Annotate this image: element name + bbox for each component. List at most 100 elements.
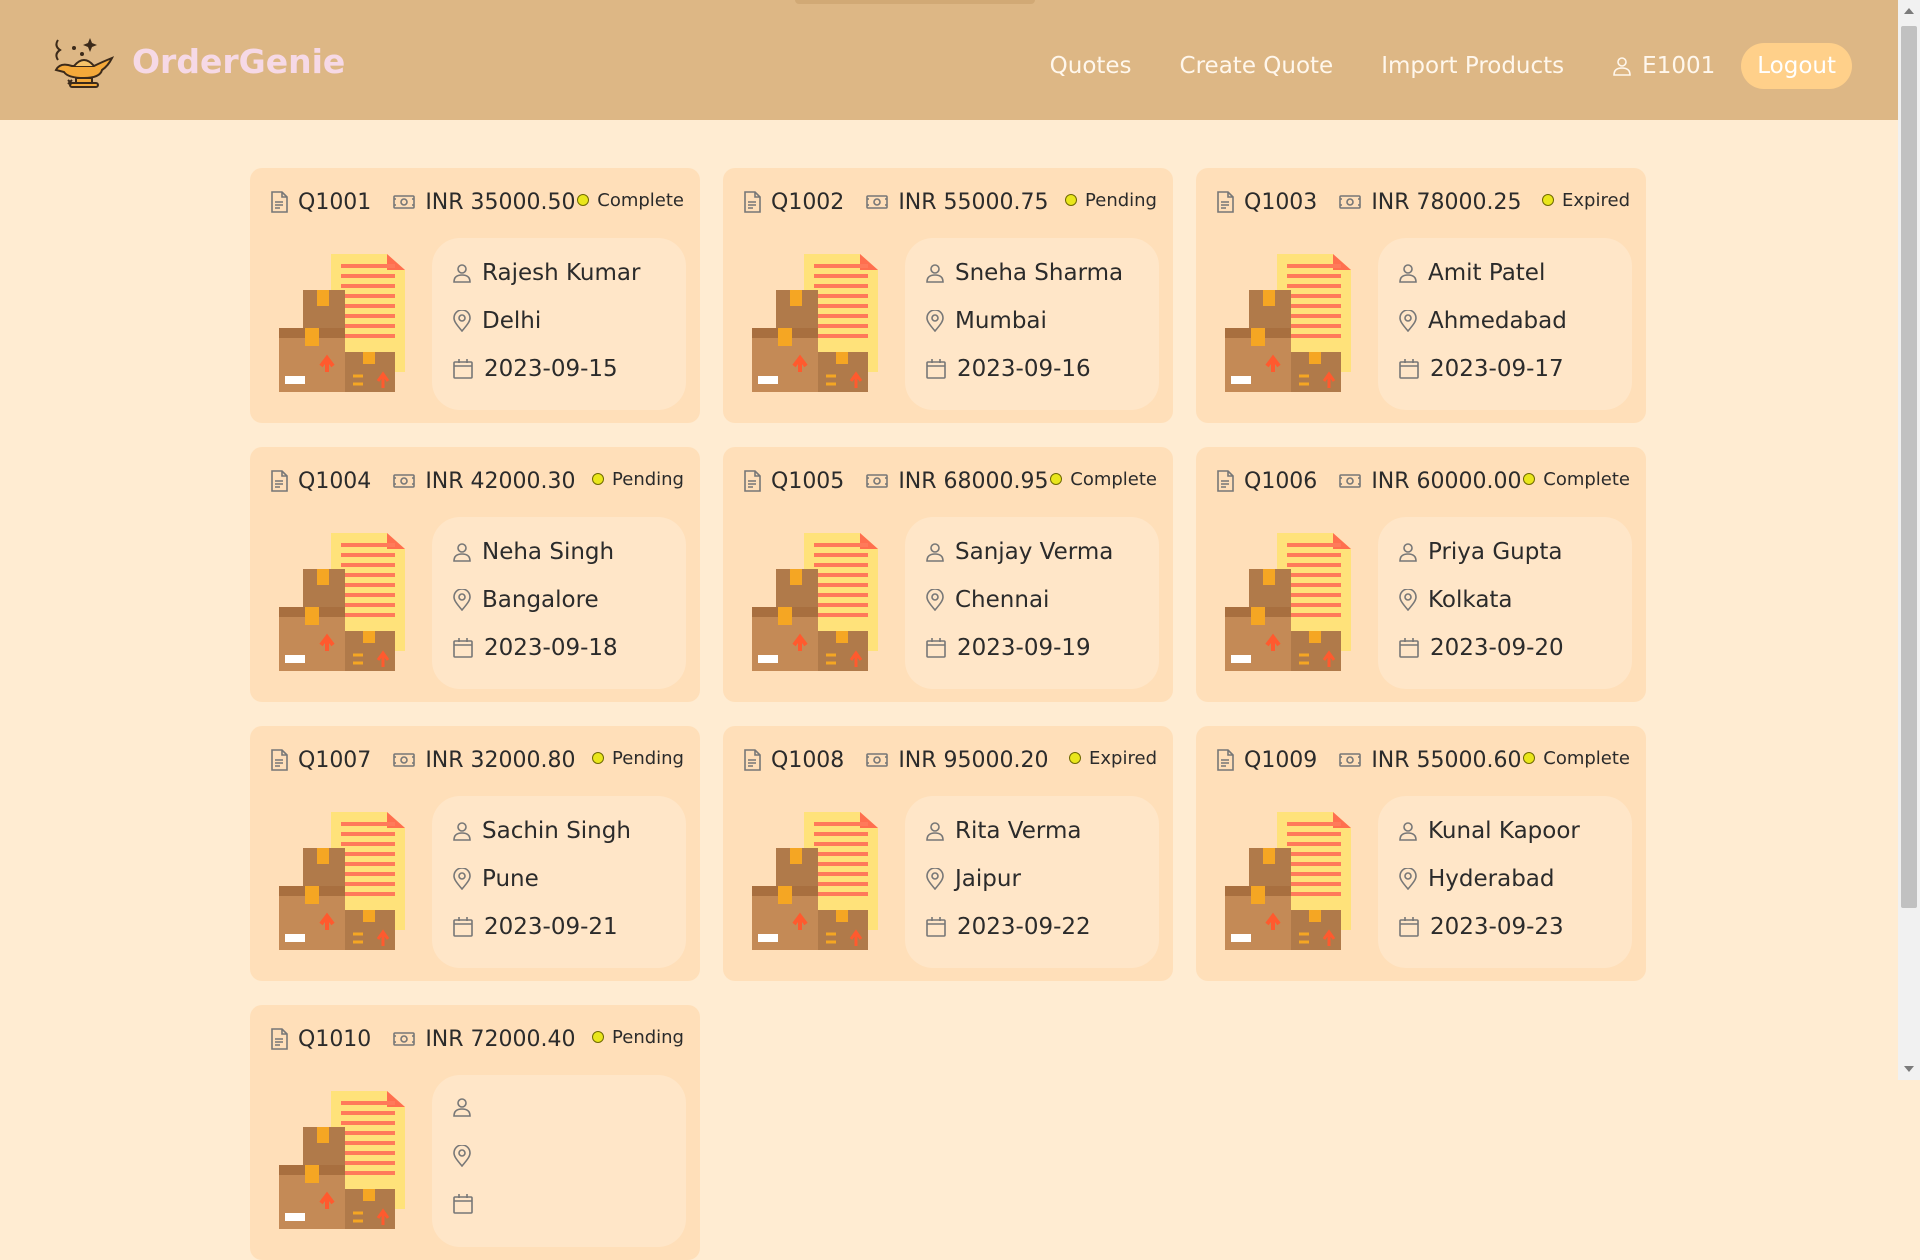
quote-card[interactable]: Q1003 INR 78000.25 Expired Amit Patel Ah… — [1196, 168, 1646, 423]
customer-row: Rajesh Kumar — [452, 260, 640, 286]
quote-card[interactable]: Q1005 INR 68000.95 Complete Sanjay Verma… — [723, 447, 1173, 702]
money-icon — [393, 474, 416, 488]
date-row: 2023-09-16 — [925, 356, 1091, 382]
customer-info-panel: Sneha Sharma Mumbai 2023-09-16 — [905, 238, 1159, 410]
customer-name: Priya Gupta — [1428, 539, 1563, 565]
quote-card[interactable]: Q1001 INR 35000.50 Complete Rajesh Kumar… — [250, 168, 700, 423]
quote-card[interactable]: Q1009 INR 55000.60 Complete Kunal Kapoor… — [1196, 726, 1646, 981]
quote-id-text: Q1005 — [771, 468, 845, 494]
status-dot-icon — [1065, 194, 1078, 206]
boxes-invoice-illustration-icon — [1225, 533, 1351, 671]
status-dot-icon — [1050, 473, 1063, 485]
user-id: E1001 — [1642, 53, 1716, 79]
quote-id: Q1003 — [1216, 190, 1317, 215]
customer-city: Delhi — [482, 308, 542, 334]
date-row: 2023-09-19 — [925, 635, 1091, 661]
quote-date: 2023-09-19 — [957, 635, 1091, 661]
customer-info-panel: Rajesh Kumar Delhi 2023-09-15 — [432, 238, 686, 410]
money-icon — [866, 195, 889, 209]
quote-card-header: Q1010 INR 72000.40 Pending — [270, 1019, 684, 1059]
user-icon — [453, 1098, 471, 1117]
calendar-icon — [1399, 359, 1419, 379]
app-name: OrderGenie — [132, 41, 346, 81]
location-row: Kolkata — [1398, 587, 1513, 613]
user-icon — [1399, 264, 1417, 283]
brand[interactable]: OrderGenie — [50, 32, 345, 90]
money-icon — [1339, 474, 1362, 488]
calendar-icon — [926, 638, 946, 658]
quote-card-header: Q1008 INR 95000.20 Expired — [743, 740, 1157, 780]
customer-info-panel: Kunal Kapoor Hyderabad 2023-09-23 — [1378, 796, 1632, 968]
quote-card-header: Q1006 INR 60000.00 Complete — [1216, 461, 1630, 501]
customer-info-panel: Sachin Singh Pune 2023-09-21 — [432, 796, 686, 968]
customer-info-panel — [432, 1075, 686, 1247]
nav-import-products-link[interactable]: Import Products — [1381, 53, 1564, 79]
boxes-invoice-illustration-icon — [279, 533, 405, 671]
quote-card[interactable]: Q1008 INR 95000.20 Expired Rita Verma Ja… — [723, 726, 1173, 981]
quote-id-text: Q1006 — [1244, 468, 1318, 494]
scrollbar-thumb[interactable] — [1901, 26, 1917, 908]
map-pin-icon — [453, 1145, 471, 1167]
map-pin-icon — [1399, 868, 1417, 890]
quote-id: Q1008 — [743, 748, 844, 773]
quote-id: Q1002 — [743, 190, 844, 215]
quote-amount-text: INR 68000.95 — [898, 468, 1049, 494]
document-icon — [271, 1028, 288, 1050]
quote-id-text: Q1008 — [771, 747, 845, 773]
customer-info-panel: Amit Patel Ahmedabad 2023-09-17 — [1378, 238, 1632, 410]
customer-city: Kolkata — [1428, 587, 1513, 613]
quote-card[interactable]: Q1004 INR 42000.30 Pending Neha Singh Ba… — [250, 447, 700, 702]
calendar-icon — [453, 1194, 473, 1214]
quote-id-text: Q1007 — [298, 747, 372, 773]
user-icon — [926, 822, 944, 841]
customer-name: Neha Singh — [482, 539, 615, 565]
quote-card[interactable]: Q1006 INR 60000.00 Complete Priya Gupta … — [1196, 447, 1646, 702]
status-badge: Complete — [1050, 469, 1157, 490]
location-row: Jaipur — [925, 866, 1021, 892]
customer-name: Sachin Singh — [482, 818, 631, 844]
page-scrollbar[interactable] — [1898, 0, 1920, 1080]
status-dot-icon — [1523, 752, 1536, 764]
quote-id: Q1009 — [1216, 748, 1317, 773]
quote-card-header: Q1005 INR 68000.95 Complete — [743, 461, 1157, 501]
nav-quotes-link[interactable]: Quotes — [1050, 53, 1132, 79]
quote-card[interactable]: Q1002 INR 55000.75 Pending Sneha Sharma … — [723, 168, 1173, 423]
user-icon — [453, 822, 471, 841]
customer-row: Sneha Sharma — [925, 260, 1123, 286]
customer-info-panel: Priya Gupta Kolkata 2023-09-20 — [1378, 517, 1632, 689]
logout-button[interactable]: Logout — [1741, 43, 1852, 89]
calendar-icon — [453, 917, 473, 937]
quote-id-text: Q1001 — [298, 189, 372, 215]
quote-amount-text: INR 55000.75 — [898, 189, 1049, 215]
quote-date: 2023-09-17 — [1430, 356, 1564, 382]
customer-city: Pune — [482, 866, 539, 892]
nav-create-quote-link[interactable]: Create Quote — [1180, 53, 1334, 79]
quote-card-header: Q1009 INR 55000.60 Complete — [1216, 740, 1630, 780]
user-account[interactable]: E1001 — [1612, 53, 1715, 79]
quote-amount: INR 68000.95 — [866, 468, 1049, 494]
quote-amount: INR 32000.80 — [393, 748, 576, 773]
customer-name: Rita Verma — [955, 818, 1082, 844]
quote-card[interactable]: Q1010 INR 72000.40 Pending — [250, 1005, 700, 1260]
scroll-down-arrow-icon[interactable] — [1904, 1066, 1914, 1072]
top-nav: Quotes Create Quote Import Products E100… — [1002, 43, 1852, 89]
quote-amount-text: INR 60000.00 — [1371, 468, 1522, 494]
customer-city: Mumbai — [955, 308, 1047, 334]
header-tab-indicator — [795, 0, 1035, 4]
money-icon — [866, 474, 889, 488]
map-pin-icon — [453, 589, 471, 611]
quote-date: 2023-09-16 — [957, 356, 1091, 382]
user-icon — [926, 264, 944, 283]
boxes-invoice-illustration-icon — [752, 812, 878, 950]
scroll-up-arrow-icon[interactable] — [1904, 8, 1914, 14]
quote-card[interactable]: Q1007 INR 32000.80 Pending Sachin Singh … — [250, 726, 700, 981]
quote-id: Q1004 — [270, 469, 371, 494]
document-icon — [744, 191, 761, 213]
date-row: 2023-09-20 — [1398, 635, 1564, 661]
customer-city: Jaipur — [955, 866, 1021, 892]
status-badge: Pending — [592, 1027, 684, 1048]
quote-amount: INR 78000.25 — [1339, 190, 1522, 215]
boxes-invoice-illustration-icon — [279, 1091, 405, 1229]
status-dot-icon — [1542, 194, 1555, 206]
calendar-icon — [1399, 917, 1419, 937]
